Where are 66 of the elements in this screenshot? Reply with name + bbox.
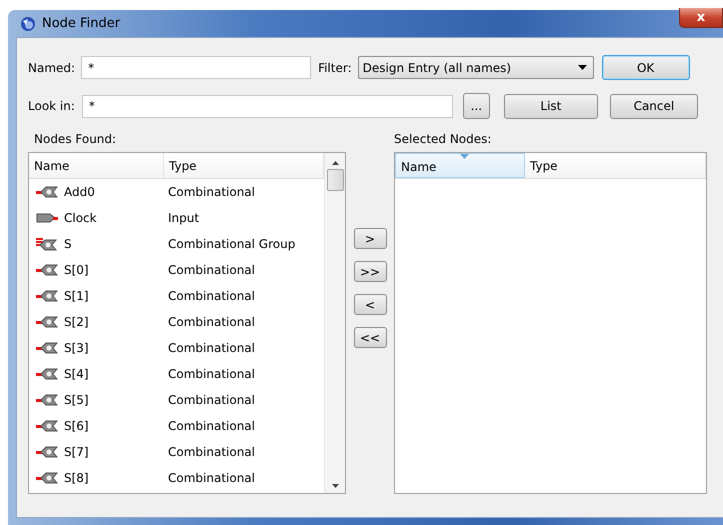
window-title: Node Finder xyxy=(42,16,120,31)
scrollbar[interactable] xyxy=(324,153,345,493)
look-in-label: Look in: xyxy=(28,99,75,113)
node-icon xyxy=(36,420,58,432)
column-header[interactable]: Type xyxy=(525,153,706,178)
node-icon xyxy=(36,290,58,302)
node-icon xyxy=(36,368,58,380)
node-type: Combinational xyxy=(167,263,255,277)
browse-button[interactable]: ... xyxy=(462,93,490,119)
node-icon xyxy=(36,472,58,484)
node-icon xyxy=(36,316,58,328)
transfer-button[interactable]: < xyxy=(354,294,386,315)
nodes-found-list[interactable] xyxy=(28,152,346,494)
node-name[interactable]: S[3] xyxy=(64,341,89,355)
scroll-up-icon[interactable] xyxy=(332,161,338,165)
node-name[interactable]: S[1] xyxy=(64,289,89,303)
node-name[interactable]: S[8] xyxy=(64,471,89,485)
dropdown-arrow-icon xyxy=(578,65,587,70)
node-type: Combinational xyxy=(167,367,255,381)
look-in-field[interactable]: * xyxy=(82,94,453,118)
node-group-icon xyxy=(36,237,58,251)
app-icon xyxy=(20,16,36,32)
node-icon xyxy=(36,186,58,198)
sort-arrow-icon xyxy=(460,154,469,159)
selected-nodes-list[interactable]: Name Type xyxy=(394,152,707,494)
transfer-button[interactable]: > xyxy=(354,228,386,249)
node-type: Combinational xyxy=(167,393,255,407)
cancel-button[interactable]: Cancel xyxy=(610,94,698,118)
transfer-button[interactable]: << xyxy=(354,327,386,348)
node-name[interactable]: S[5] xyxy=(64,393,89,407)
nodes-found-label: Nodes Found: xyxy=(33,132,118,146)
node-icon xyxy=(36,264,58,276)
node-name[interactable]: S[4] xyxy=(64,367,89,381)
close-button[interactable]: x xyxy=(679,8,723,28)
column-header[interactable]: Name xyxy=(395,153,525,178)
named-field[interactable]: * xyxy=(81,56,312,79)
node-name[interactable]: Clock xyxy=(64,211,97,225)
node-name[interactable]: S[2] xyxy=(64,315,89,329)
node-name[interactable]: S[0] xyxy=(64,263,89,277)
scroll-thumb[interactable] xyxy=(326,169,344,191)
node-type: Combinational xyxy=(167,315,255,329)
column-header[interactable]: Name xyxy=(29,153,164,178)
node-type: Combinational xyxy=(167,185,255,199)
node-icon xyxy=(36,342,58,354)
input-node-icon xyxy=(36,212,58,224)
transfer-button[interactable]: >> xyxy=(354,261,386,282)
list-button[interactable]: List xyxy=(504,94,598,118)
node-name[interactable]: S xyxy=(64,237,72,251)
node-name[interactable]: S[6] xyxy=(64,419,89,433)
filter-dropdown[interactable]: Design Entry (all names) xyxy=(358,56,594,79)
node-icon xyxy=(36,394,58,406)
node-type: Input xyxy=(167,211,200,225)
node-type: Combinational xyxy=(167,471,255,485)
selected-nodes-label: Selected Nodes: xyxy=(394,132,492,146)
node-name[interactable]: Add0 xyxy=(64,185,95,199)
named-label: Named: xyxy=(28,60,76,74)
node-icon xyxy=(36,446,58,458)
node-type: Combinational xyxy=(167,289,255,303)
node-name[interactable]: S[7] xyxy=(64,445,89,459)
node-type: Combinational xyxy=(167,341,255,355)
filter-label: Filter: xyxy=(318,60,352,74)
ok-button[interactable]: OK xyxy=(602,55,690,80)
node-type: Combinational xyxy=(167,419,255,433)
node-type: Combinational xyxy=(167,445,255,459)
node-type: Combinational Group xyxy=(167,237,296,251)
scroll-down-icon[interactable] xyxy=(332,484,338,488)
